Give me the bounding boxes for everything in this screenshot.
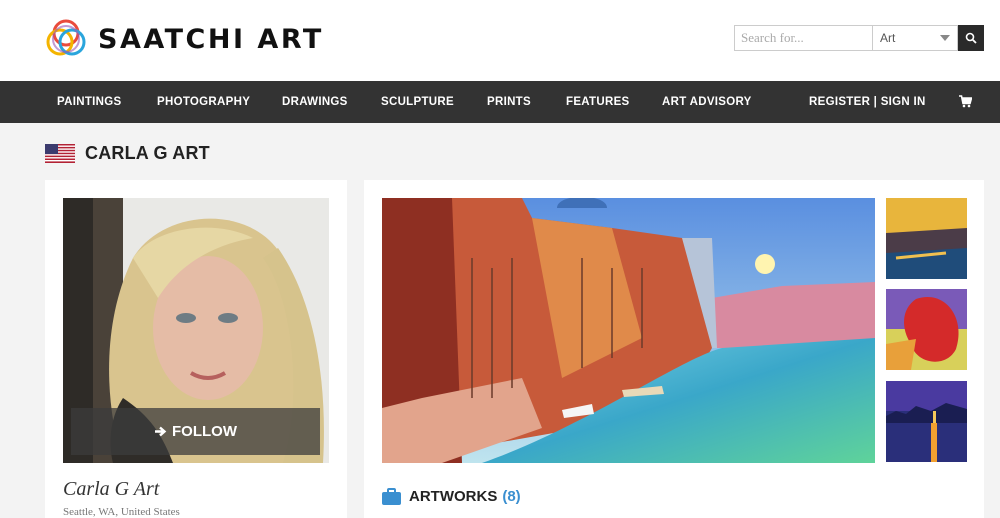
artist-location: Seattle, WA, United States bbox=[63, 506, 180, 518]
page-title: CARLA G ART bbox=[85, 143, 210, 163]
nav-item-paintings[interactable]: PAINTINGS bbox=[57, 81, 121, 123]
saatchi-rings-icon bbox=[46, 19, 86, 56]
search-button[interactable] bbox=[958, 25, 984, 51]
venice-canal-painting bbox=[382, 198, 875, 463]
search-category-select[interactable]: Art bbox=[872, 25, 958, 51]
artworks-card: ARTWORKS (8) bbox=[364, 180, 984, 518]
arrow-right-icon bbox=[155, 426, 167, 437]
brand-name: SAATCHI ART bbox=[98, 23, 324, 55]
nav-item-drawings[interactable]: DRAWINGS bbox=[282, 81, 348, 123]
us-flag-icon bbox=[45, 144, 75, 163]
artwork-thumbnail[interactable] bbox=[886, 381, 967, 462]
nav-item-sculpture[interactable]: SCULPTURE bbox=[381, 81, 454, 123]
profile-card: FOLLOW Carla G Art Seattle, WA, United S… bbox=[45, 180, 347, 518]
site-header: SAATCHI ART Art bbox=[0, 0, 1000, 81]
artist-header: CARLA G ART bbox=[45, 143, 210, 164]
nav-item-features[interactable]: FEATURES bbox=[566, 81, 630, 123]
artworks-label: ARTWORKS bbox=[409, 488, 498, 505]
artwork-thumbnail[interactable] bbox=[886, 198, 967, 279]
search-bar: Art bbox=[734, 25, 984, 51]
follow-button[interactable]: FOLLOW bbox=[71, 408, 320, 455]
artworks-count: (8) bbox=[502, 488, 521, 505]
register-sign-in-link[interactable]: REGISTER | SIGN IN bbox=[809, 81, 926, 123]
follow-label: FOLLOW bbox=[172, 423, 237, 440]
briefcase-icon bbox=[382, 488, 401, 505]
artist-portrait: FOLLOW bbox=[63, 198, 329, 463]
nav-item-prints[interactable]: PRINTS bbox=[487, 81, 531, 123]
nav-item-art-advisory[interactable]: ART ADVISORY bbox=[662, 81, 752, 123]
sunset-landscape-thumb bbox=[886, 198, 967, 279]
brand-logo[interactable]: SAATCHI ART bbox=[45, 18, 324, 60]
artworks-section-header[interactable]: ARTWORKS (8) bbox=[382, 488, 521, 505]
search-category-value: Art bbox=[880, 31, 896, 45]
night-city-thumb bbox=[886, 381, 967, 462]
artist-display-name: Carla G Art bbox=[63, 478, 160, 500]
search-input[interactable] bbox=[734, 25, 872, 51]
red-tree-thumb bbox=[886, 289, 967, 370]
nav-item-photography[interactable]: PHOTOGRAPHY bbox=[157, 81, 250, 123]
artwork-thumbnail[interactable] bbox=[886, 289, 967, 370]
chevron-down-icon bbox=[940, 35, 950, 41]
cart-icon[interactable] bbox=[959, 95, 972, 108]
search-icon bbox=[965, 32, 977, 44]
featured-artwork[interactable] bbox=[382, 198, 875, 463]
main-nav: PAINTINGS PHOTOGRAPHY DRAWINGS SCULPTURE… bbox=[0, 81, 1000, 123]
